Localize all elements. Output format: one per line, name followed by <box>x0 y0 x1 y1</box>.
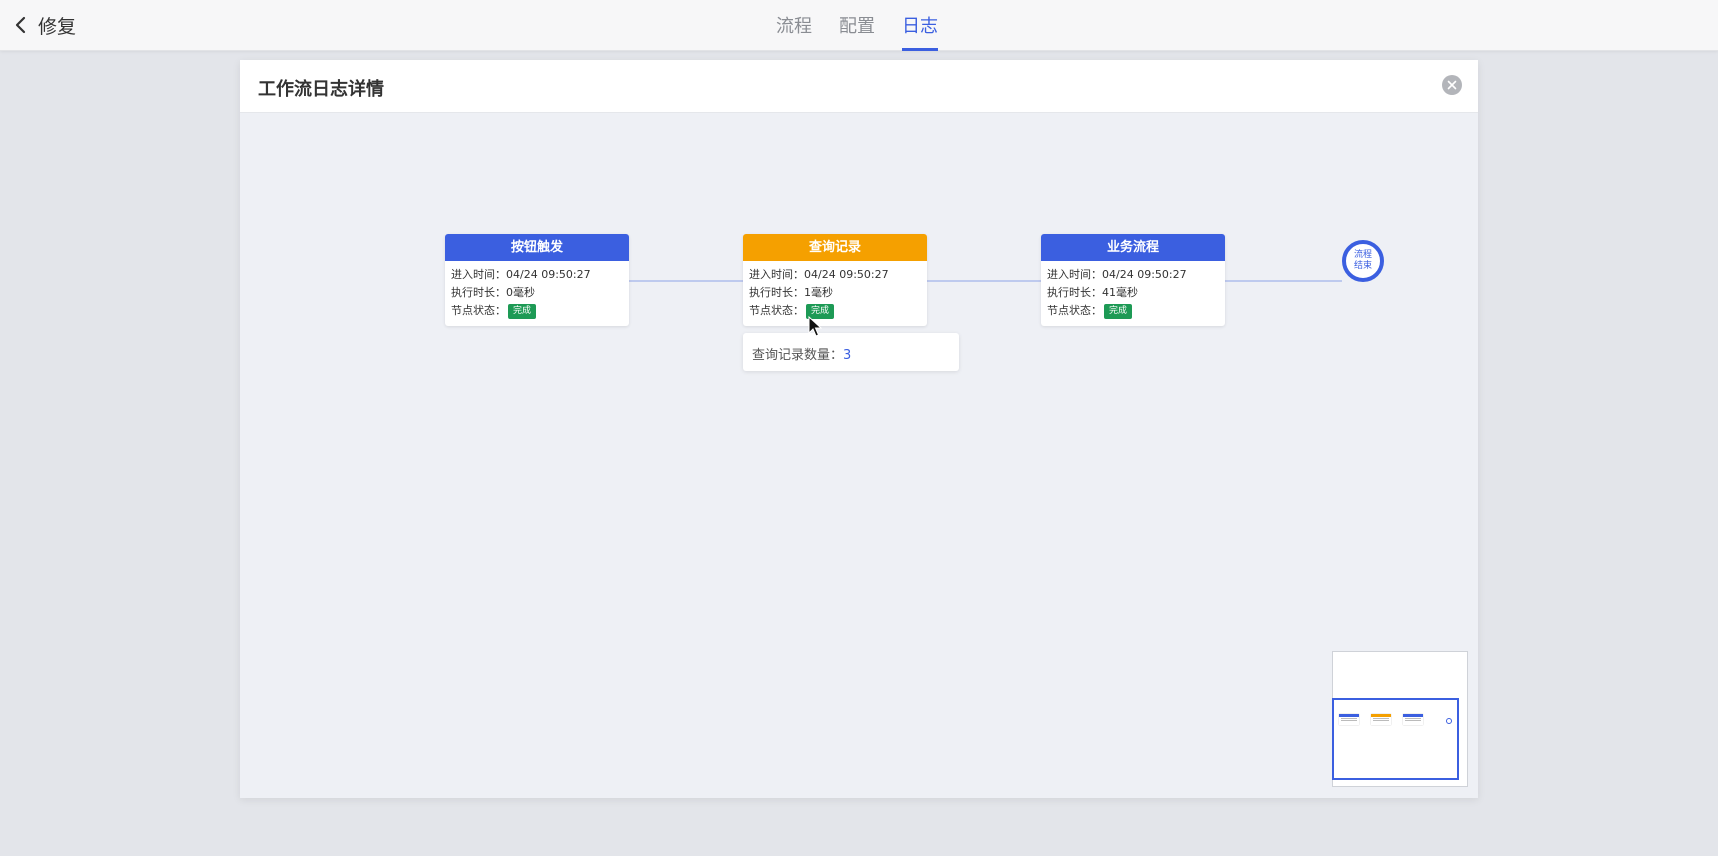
node-button-trigger[interactable]: 按钮触发 进入时间： 04/24 09:50:27 执行时长： 0毫秒 节点状态：完… <box>445 234 629 326</box>
back-label: 修复 <box>38 15 77 38</box>
node-title: 按钮触发 <box>445 234 629 261</box>
dialog-header: 工作流日志详情 <box>240 60 1478 113</box>
tab-log[interactable]: 日志 <box>902 0 938 51</box>
duration-value: 1毫秒 <box>804 286 833 299</box>
duration-label: 执行时长： <box>749 286 804 299</box>
duration-value: 0毫秒 <box>506 286 535 299</box>
enter-time-value: 04/24 09:50:27 <box>506 268 591 281</box>
back-button[interactable]: 修复 <box>14 10 76 40</box>
end-node[interactable]: 流程 结束 <box>1342 240 1384 282</box>
node-title: 业务流程 <box>1041 234 1225 261</box>
close-button[interactable] <box>1442 75 1462 95</box>
enter-time-label: 进入时间： <box>749 268 804 281</box>
node-query-records[interactable]: 查询记录 进入时间： 04/24 09:50:27 执行时长： 1毫秒 节点状态：完… <box>743 234 927 326</box>
end-node-line2: 结束 <box>1353 261 1372 271</box>
minimap-viewport[interactable] <box>1332 698 1459 780</box>
node-title: 查询记录 <box>743 234 927 261</box>
top-bar: 修复 流程 配置 日志 <box>0 0 1718 51</box>
chevron-left-icon <box>15 16 26 34</box>
tab-bar: 流程 配置 日志 <box>776 0 965 51</box>
enter-time-value: 04/24 09:50:27 <box>1102 268 1187 281</box>
end-node-line1: 流程 <box>1353 250 1372 260</box>
duration-value: 41毫秒 <box>1102 286 1138 299</box>
duration-label: 执行时长： <box>451 286 506 299</box>
status-label: 节点状态： <box>1047 304 1102 317</box>
status-label: 节点状态： <box>749 304 804 317</box>
enter-time-value: 04/24 09:50:27 <box>804 268 889 281</box>
enter-time-label: 进入时间： <box>1047 268 1102 281</box>
status-badge: 完成 <box>1104 303 1133 319</box>
connector-lines <box>628 280 1342 282</box>
tooltip-label: 查询记录数量： <box>752 348 844 363</box>
tooltip-value: 3 <box>843 348 852 363</box>
query-count-tooltip: 查询记录数量：3 <box>743 333 959 371</box>
duration-label: 执行时长： <box>1047 286 1102 299</box>
minimap[interactable] <box>1332 651 1468 787</box>
node-business-flow[interactable]: 业务流程 进入时间： 04/24 09:50:27 执行时长： 41毫秒 节点状态：… <box>1041 234 1225 326</box>
enter-time-label: 进入时间： <box>451 268 506 281</box>
workflow-log-dialog: 工作流日志详情 按钮触发 进入时间： 04/24 09:50:27 执行时长： 0毫… <box>240 60 1478 798</box>
tab-flow[interactable]: 流程 <box>776 0 812 51</box>
tab-config[interactable]: 配置 <box>839 0 875 51</box>
status-badge: 完成 <box>508 303 537 319</box>
dialog-title: 工作流日志详情 <box>258 79 384 100</box>
status-label: 节点状态： <box>451 304 506 317</box>
close-icon <box>1447 80 1457 90</box>
flow-canvas[interactable]: 按钮触发 进入时间： 04/24 09:50:27 执行时长： 0毫秒 节点状态：完… <box>240 113 1478 798</box>
mouse-cursor-icon <box>808 316 822 337</box>
